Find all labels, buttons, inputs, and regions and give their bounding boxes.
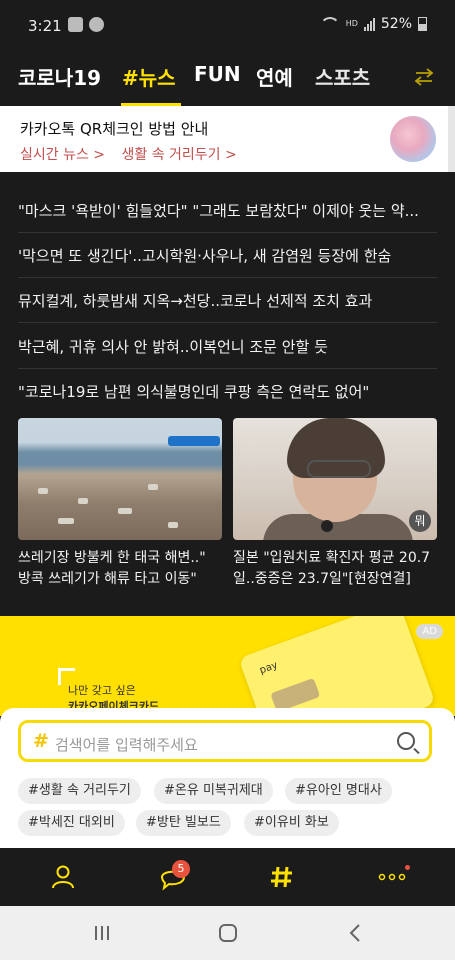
notification-icons xyxy=(68,17,104,32)
hd-voice-label: HD xyxy=(345,19,358,28)
wifi-icon xyxy=(319,17,340,31)
tab-sports[interactable]: 스포츠 xyxy=(315,62,370,91)
recents-icon[interactable] xyxy=(90,922,114,944)
briefing-photo: 뭐 xyxy=(233,418,437,540)
scrollbar xyxy=(448,106,455,172)
ad-banner[interactable]: AD 나만 갖고 싶은 카카오페이체크카드 pay xyxy=(0,616,455,716)
source-logo: 뭐 xyxy=(409,510,431,532)
headline-item[interactable]: "마스크 '욕받이' 힘들었다" "그래도 보람찼다" 이제야 웃는 약... xyxy=(18,200,438,221)
battery-icon xyxy=(418,17,427,31)
realtime-news-link[interactable]: 실시간 뉴스 > xyxy=(20,147,105,163)
ad-badge: AD xyxy=(416,624,443,639)
card-caption[interactable]: 질본 "입원치료 확진자 평균 20.7일..중증은 23.7일"[현장연결] xyxy=(233,548,437,590)
bottom-nav: 5 xyxy=(0,848,455,906)
notice-thumbnail xyxy=(390,116,436,162)
person-icon[interactable] xyxy=(48,862,78,892)
tab-corona19[interactable]: 코로나19 xyxy=(18,62,101,91)
battery-percent: 52% xyxy=(380,16,412,32)
pay-logo: pay xyxy=(258,659,280,677)
headline-item[interactable]: '막으면 또 생긴다'..고시학원·사우나, 새 감염원 등장에 한숨 xyxy=(18,245,438,266)
headline-item[interactable]: "코로나19로 남편 의식불명인데 쿠팡 측은 연락도 없어" xyxy=(18,381,438,402)
category-tabs: 코로나19 #뉴스 FUN 연예 스포츠 xyxy=(0,54,455,106)
tab-fun[interactable]: FUN xyxy=(194,62,241,86)
headline-item[interactable]: 뮤지컬계, 하룻밤새 지옥→천당..코로나 선제적 조치 효과 xyxy=(18,290,438,311)
card-caption[interactable]: 쓰레기장 방불케 한 태국 해변.." 방콕 쓰레기가 해류 타고 이동" xyxy=(18,548,222,590)
search-input[interactable]: 검색어를 입력해주세요 xyxy=(55,734,198,755)
notice-banner[interactable]: 카카오톡 QR체크인 방법 안내 실시간 뉴스 > 생활 속 거리두기 > xyxy=(0,106,455,172)
headline-item[interactable]: 박근혜, 귀휴 의사 안 밝혀..이복언니 조문 안할 듯 xyxy=(18,336,438,357)
tab-entertainment[interactable]: 연예 xyxy=(256,62,293,91)
news-card-kcdc[interactable]: 뭐 질본 "입원치료 확진자 평균 20.7일..중증은 23.7일"[현장연결… xyxy=(233,418,437,590)
divider xyxy=(18,322,437,323)
ad-line1: 나만 갖고 싶은 xyxy=(68,684,136,697)
divider xyxy=(18,277,437,278)
swap-arrows-icon[interactable] xyxy=(413,66,435,88)
news-card-beach[interactable]: 쓰레기장 방불케 한 태국 해변.." 방콕 쓰레기가 해류 타고 이동" xyxy=(18,418,222,590)
back-icon[interactable] xyxy=(344,922,368,944)
distancing-link[interactable]: 생활 속 거리두기 > xyxy=(121,147,236,163)
home-icon[interactable] xyxy=(216,922,240,944)
divider xyxy=(18,368,437,369)
trend-chip[interactable]: #온유 미복귀제대 xyxy=(154,778,273,804)
system-nav-bar xyxy=(0,906,455,960)
hashtag-icon: # xyxy=(33,730,49,752)
card-image: pay xyxy=(238,616,436,716)
tab-news[interactable]: #뉴스 xyxy=(122,62,176,91)
trend-chip[interactable]: #방탄 빌보드 xyxy=(136,810,231,836)
divider xyxy=(18,232,437,233)
trend-chip[interactable]: #유아인 명대사 xyxy=(285,778,392,804)
search-sheet: # 검색어를 입력해주세요 #생활 속 거리두기 #온유 미복귀제대 #유아인 … xyxy=(0,708,455,848)
status-time: 3:21 xyxy=(28,17,62,35)
status-right: HD 52% xyxy=(319,16,427,32)
new-dot xyxy=(405,865,410,870)
notice-title[interactable]: 카카오톡 QR체크인 방법 안내 xyxy=(20,118,208,139)
gallery-icon xyxy=(68,17,83,32)
more-icon[interactable] xyxy=(377,862,407,892)
status-bar: 3:21 HD 52% xyxy=(0,0,455,54)
search-bar[interactable]: # 검색어를 입력해주세요 xyxy=(18,720,432,762)
trend-chip[interactable]: #박세진 대외비 xyxy=(18,810,125,836)
trend-chip[interactable]: #생활 속 거리두기 xyxy=(18,778,141,804)
talk-icon xyxy=(89,17,104,32)
chat-badge: 5 xyxy=(172,860,190,878)
hashtag-nav-icon[interactable] xyxy=(267,862,297,892)
beach-photo xyxy=(18,418,222,540)
search-icon[interactable] xyxy=(397,732,415,750)
signal-icon xyxy=(363,17,375,31)
trend-chip[interactable]: #이유비 화보 xyxy=(244,810,339,836)
notice-links: 실시간 뉴스 > 생활 속 거리두기 > xyxy=(20,144,249,164)
